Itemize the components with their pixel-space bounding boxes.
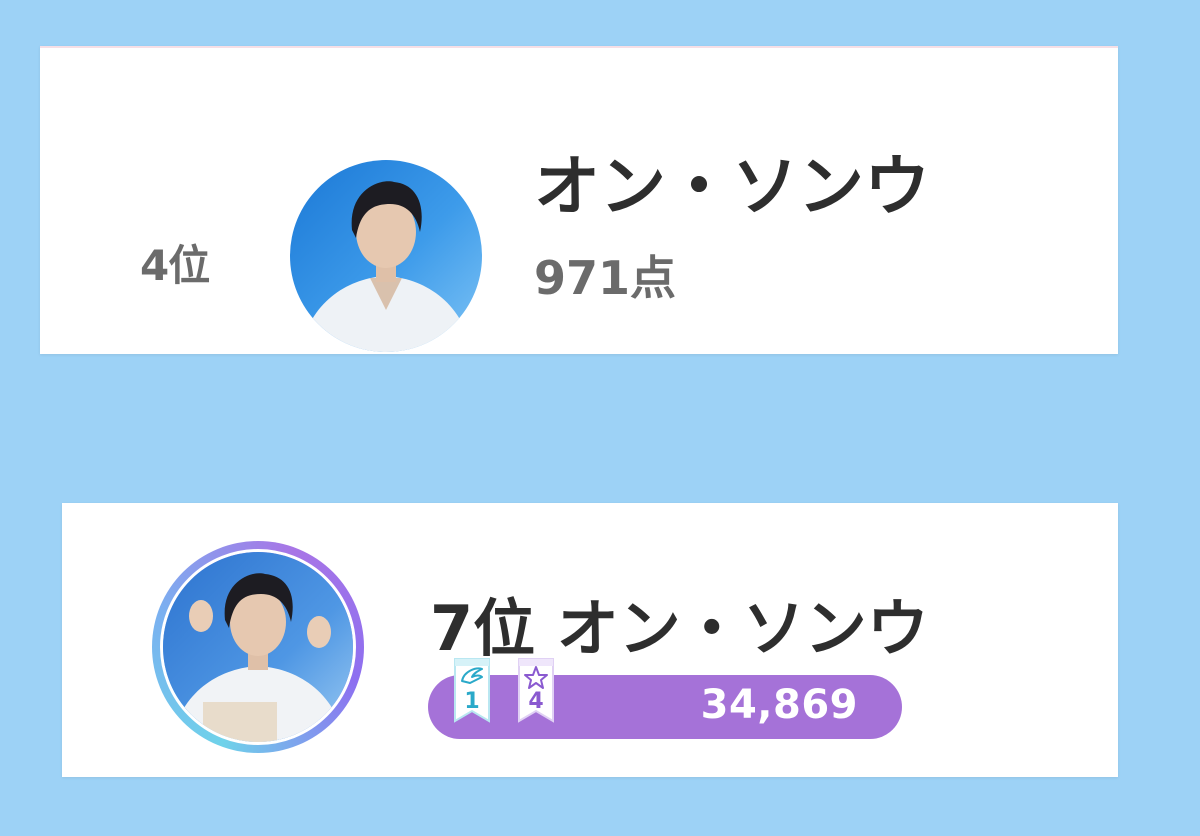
vote-count: 34,869 <box>700 682 858 728</box>
avatar[interactable] <box>290 160 482 352</box>
star-badge: 4 <box>516 655 556 729</box>
ranking-card-rank-7[interactable]: 7位 オン・ソンウ 1 4 34,869 <box>62 503 1118 777</box>
rank-label: 4位 <box>140 241 210 290</box>
wing-badge: 1 <box>452 655 492 729</box>
avatar[interactable] <box>160 549 356 745</box>
vote-bar: 1 4 34,869 <box>428 658 902 739</box>
wing-badge-count: 1 <box>464 689 480 714</box>
rank-and-name: 7位 オン・ソンウ <box>430 592 929 665</box>
star-badge-count: 4 <box>528 689 544 714</box>
member-name: オン・ソンウ <box>534 148 930 225</box>
ranking-card-rank-4[interactable]: 4位 オン・ソンウ 971点 <box>40 46 1118 354</box>
score-label: 971点 <box>534 251 677 305</box>
